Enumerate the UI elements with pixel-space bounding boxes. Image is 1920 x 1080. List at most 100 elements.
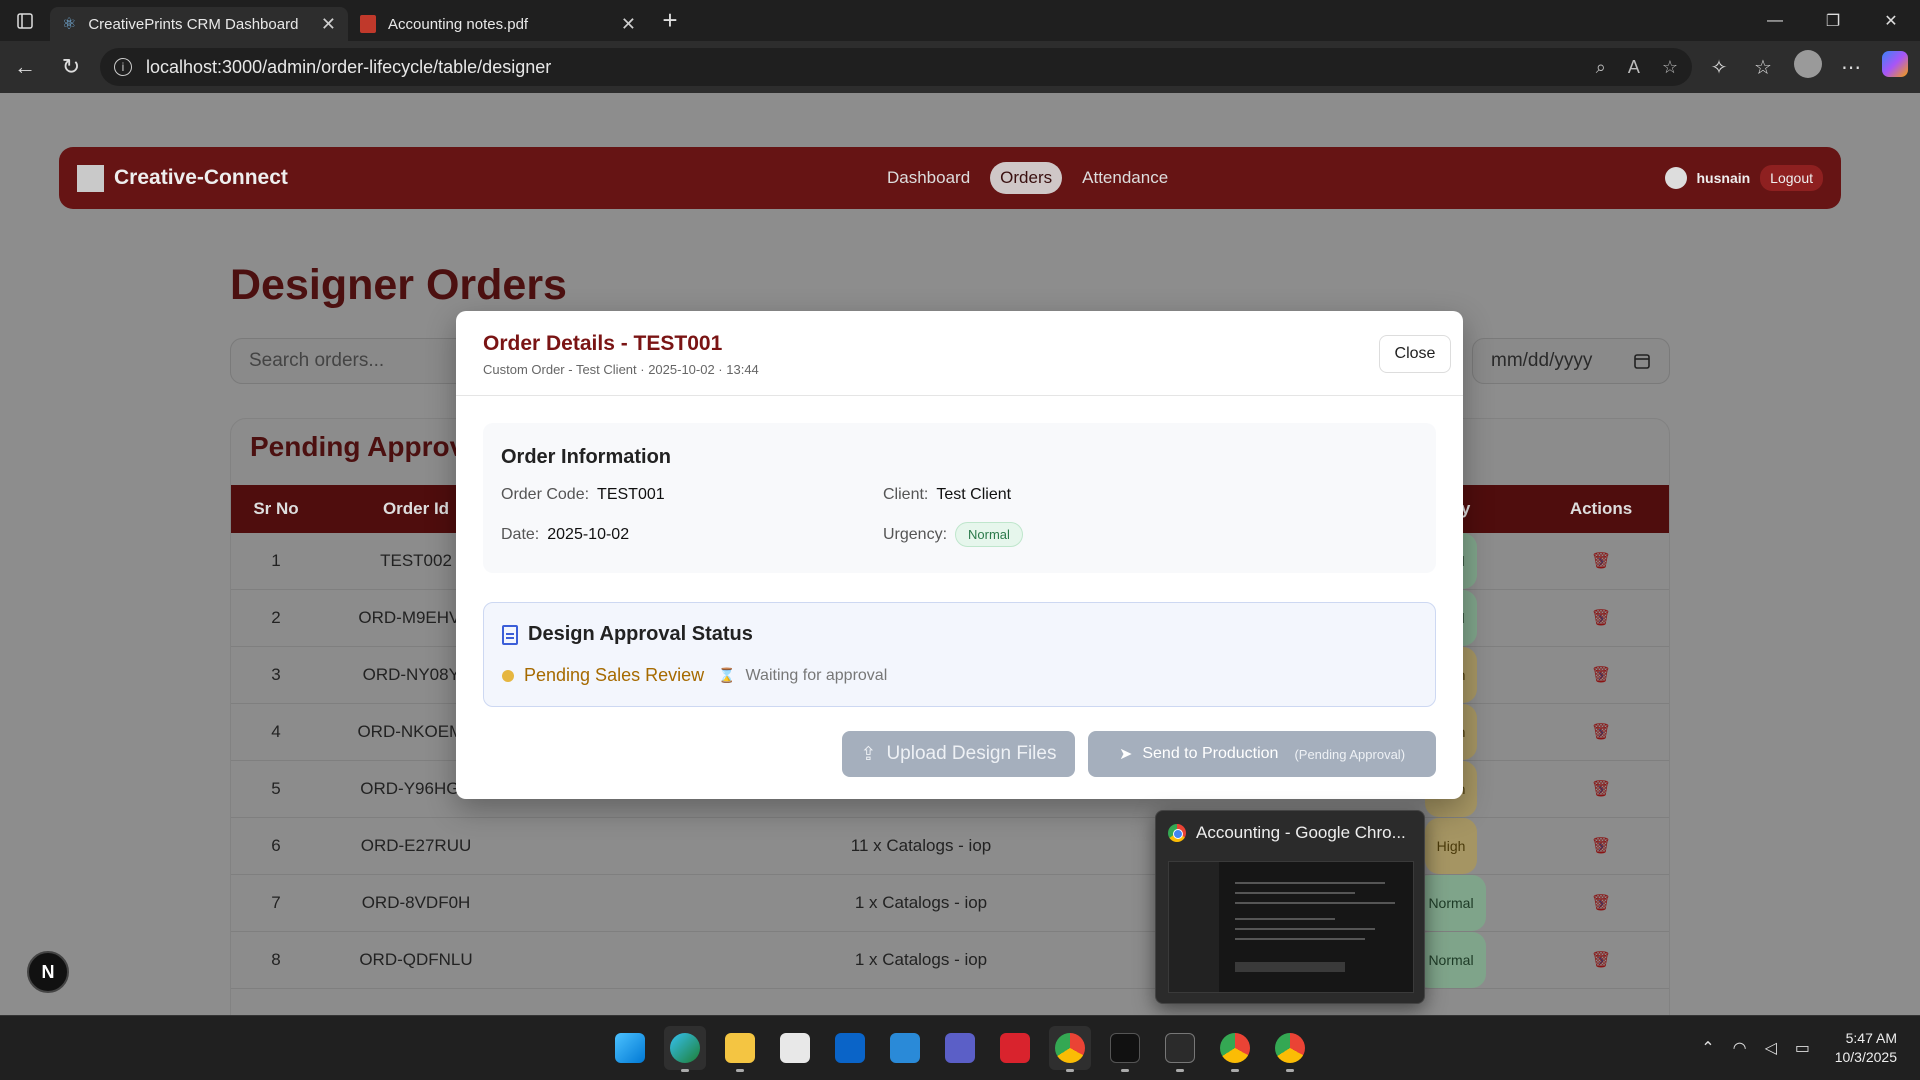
brand[interactable]: Creative-Connect	[77, 164, 288, 192]
copilot-icon[interactable]	[1882, 51, 1908, 83]
nav-dashboard[interactable]: Dashboard	[877, 162, 980, 194]
address-bar[interactable]: i localhost:3000/admin/order-lifecycle/t…	[100, 48, 1692, 86]
table-row[interactable]: 8ORD-QDFNLU1 x Catalogs - iop202Normal›🗑	[231, 932, 1669, 989]
browser-tab-pdf[interactable]: Accounting notes.pdf ✕	[348, 7, 648, 41]
restore-button[interactable]: ❐	[1804, 0, 1862, 41]
wifi-icon[interactable]: ◠	[1733, 1038, 1747, 1058]
order-info-title: Order Information	[501, 446, 672, 468]
cell-actions: › 🗑	[1541, 647, 1661, 703]
cell-items: 1 x Catalogs - iop	[854, 893, 988, 912]
taskbar-window-preview[interactable]: Accounting - Google Chro...	[1155, 810, 1425, 1004]
taskbar-terminal[interactable]	[1159, 1026, 1201, 1072]
extensions-icon[interactable]: ✧	[1706, 55, 1732, 80]
read-aloud-icon[interactable]: A	[1628, 57, 1640, 78]
logout-button[interactable]: Logout	[1760, 165, 1823, 191]
taskbar-store[interactable]	[774, 1026, 816, 1070]
show-hidden-icons-chevron-icon[interactable]: ⌃	[1701, 1038, 1714, 1058]
header-actions: Actions	[1569, 499, 1633, 518]
minimize-button[interactable]: —	[1746, 0, 1804, 41]
close-tab-icon[interactable]: ✕	[321, 14, 336, 35]
header-sr-no: Sr No	[253, 499, 299, 518]
table-row[interactable]: 6ORD-E27RUU11 x Catalogs - iop202High›🗑	[231, 818, 1669, 875]
url-text: localhost:3000/admin/order-lifecycle/tab…	[146, 56, 552, 77]
delete-trash-icon[interactable]: 🗑	[1591, 761, 1611, 817]
upload-design-files-button[interactable]: ⇪ Upload Design Files	[842, 731, 1075, 777]
order-code-value: TEST001	[597, 486, 665, 503]
clock-date: 10/3/2025	[1834, 1049, 1897, 1065]
cell-sr-no: 2	[271, 608, 281, 627]
cell-sr-no: 7	[271, 893, 281, 912]
teams-icon	[945, 1033, 975, 1063]
send-to-production-button[interactable]: ➤ Send to Production (Pending Approval)	[1088, 731, 1436, 777]
profile-avatar[interactable]	[1794, 50, 1822, 84]
cell-actions: › 🗑	[1541, 590, 1661, 646]
order-details-modal: Order Details - TEST001 Custom Order - T…	[456, 311, 1463, 799]
favorites-icon[interactable]: ☆	[1750, 55, 1776, 80]
taskbar-outlook[interactable]	[829, 1026, 871, 1070]
delete-trash-icon[interactable]: 🗑	[1591, 647, 1611, 703]
terminal-icon	[1165, 1033, 1195, 1063]
calendar-icon[interactable]	[1633, 352, 1651, 370]
taskbar-app-dark[interactable]	[1104, 1026, 1146, 1072]
taskbar-chrome-2[interactable]	[1214, 1026, 1256, 1072]
nextjs-dev-badge[interactable]: N	[27, 951, 69, 993]
preview-thumbnail	[1168, 861, 1414, 993]
delete-trash-icon[interactable]: 🗑	[1591, 875, 1611, 931]
zoom-icon[interactable]: ⌕	[1596, 57, 1606, 78]
table-row[interactable]: 7ORD-8VDF0H1 x Catalogs - iop202Normal›🗑	[231, 875, 1669, 932]
approval-status: Pending Sales Review	[524, 665, 705, 685]
delete-trash-icon[interactable]: 🗑	[1591, 932, 1611, 988]
start-button[interactable]	[609, 1026, 651, 1070]
cell-actions: › 🗑	[1541, 818, 1661, 874]
taskbar-teams[interactable]	[939, 1026, 981, 1070]
waiting-text: Waiting for approval	[745, 666, 888, 684]
delete-trash-icon[interactable]: 🗑	[1591, 590, 1611, 646]
favorite-star-icon[interactable]: ☆	[1662, 57, 1678, 78]
taskbar-chrome-3[interactable]	[1269, 1026, 1311, 1072]
tab-actions-icon[interactable]	[0, 0, 50, 41]
browser-tab-crm[interactable]: ⚛ CreativePrints CRM Dashboard ✕	[50, 7, 348, 41]
delete-trash-icon[interactable]: 🗑	[1591, 533, 1611, 589]
cell-sr-no: 1	[271, 551, 281, 570]
taskbar-chrome-1[interactable]	[1049, 1026, 1091, 1072]
cell-sr-no: 3	[271, 665, 281, 684]
cell-actions: › 🗑	[1541, 761, 1661, 817]
cell-actions: › 🗑	[1541, 533, 1661, 589]
reload-button[interactable]: ↻	[48, 47, 94, 87]
brand-name: Creative-Connect	[114, 166, 288, 189]
windows-taskbar: ⌃ ◠ ◁ ▭ 5:47 AM 10/3/2025	[0, 1015, 1920, 1080]
date-filter-input[interactable]: mm/dd/yyyy	[1472, 338, 1670, 384]
cell-sr-no: 5	[271, 779, 281, 798]
date-label: Date:	[501, 526, 540, 543]
delete-trash-icon[interactable]: 🗑	[1591, 704, 1611, 760]
taskbar-file-explorer[interactable]	[719, 1026, 761, 1072]
taskbar-edge[interactable]	[664, 1026, 706, 1072]
close-button[interactable]: Close	[1379, 335, 1451, 373]
taskbar-wps[interactable]	[994, 1026, 1036, 1070]
close-window-button[interactable]: ✕	[1862, 0, 1920, 41]
battery-icon[interactable]: ▭	[1795, 1038, 1810, 1058]
volume-icon[interactable]: ◁	[1765, 1038, 1777, 1058]
nav-attendance[interactable]: Attendance	[1072, 162, 1178, 194]
hourglass-icon: ⌛	[718, 667, 736, 683]
site-info-icon[interactable]: i	[114, 58, 132, 76]
delete-trash-icon[interactable]: 🗑	[1591, 818, 1611, 874]
clock-time: 5:47 AM	[1845, 1030, 1897, 1046]
taskbar-vscode[interactable]	[884, 1026, 926, 1070]
upload-label: Upload Design Files	[886, 743, 1057, 764]
tab-title: CreativePrints CRM Dashboard	[88, 15, 299, 33]
status-dot	[502, 669, 514, 682]
more-menu-icon[interactable]: ⋯	[1838, 55, 1864, 80]
urgency-label: Urgency:	[883, 525, 948, 543]
new-tab-button[interactable]: +	[648, 4, 692, 38]
react-icon: ⚛	[62, 16, 77, 33]
brand-logo	[77, 164, 104, 192]
system-clock[interactable]: 5:47 AM 10/3/2025	[1835, 1029, 1897, 1067]
modal-subtitle: Custom Order - Test Client · 2025-10-02 …	[483, 362, 759, 377]
upload-icon: ⇪	[860, 743, 877, 765]
back-button[interactable]: ←	[2, 47, 48, 87]
order-information-card: Order Information Order Code: TEST001 Cl…	[483, 423, 1436, 573]
nav-orders[interactable]: Orders	[990, 162, 1063, 194]
design-approval-card: Design Approval Status Pending Sales Rev…	[483, 602, 1436, 707]
close-tab-icon[interactable]: ✕	[621, 14, 636, 35]
